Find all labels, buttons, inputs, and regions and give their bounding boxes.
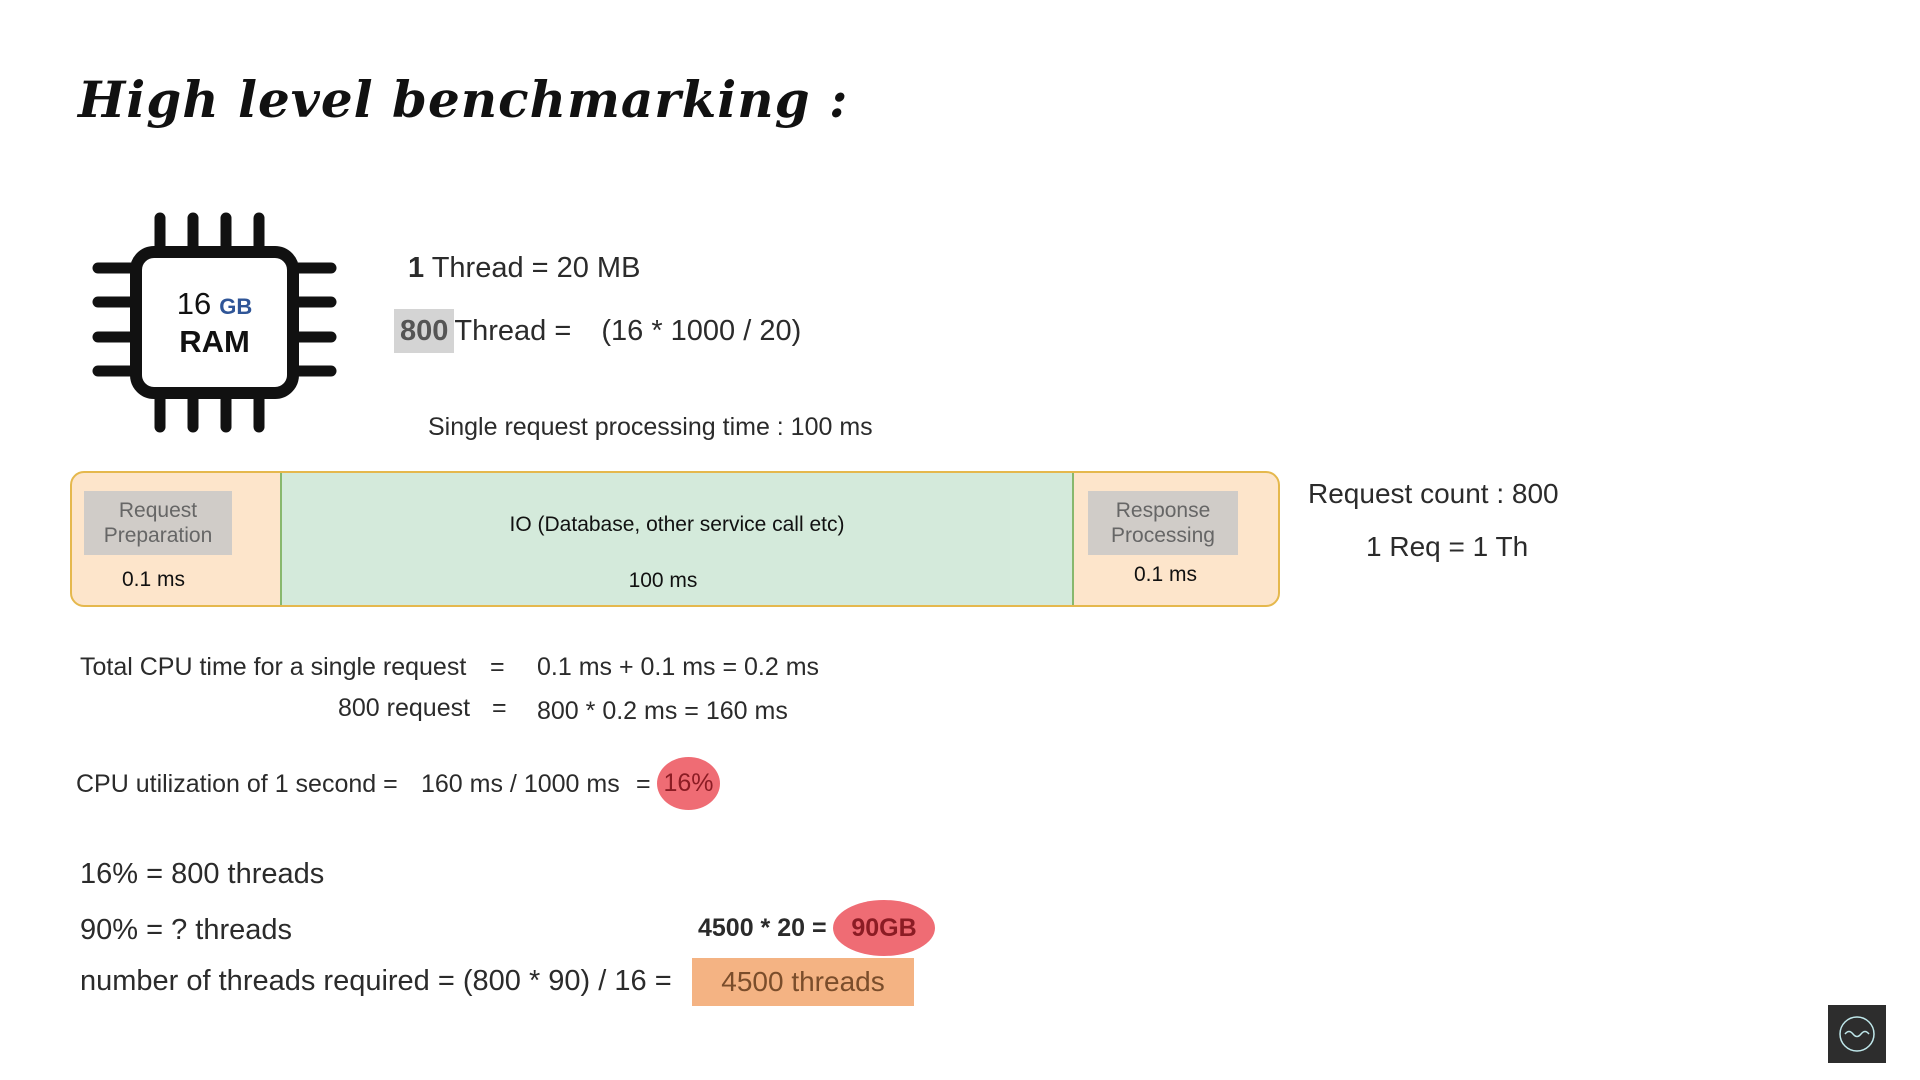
memory-result: 90GB [833, 900, 935, 956]
threads-16-percent: 16% = 800 threads [80, 858, 325, 890]
thread-memory-equation: 1 Thread = 20 MB [408, 252, 640, 285]
thread-800-count: 800 [394, 309, 455, 353]
thread-800-formula: (16 * 1000 / 20) [601, 315, 802, 347]
request-preparation-box: Request Preparation [84, 491, 232, 555]
io-segment: IO (Database, other service call etc) 10… [280, 473, 1074, 605]
response-processing-box: Response Processing [1088, 491, 1238, 555]
threads-90-percent: 90% = ? threads [80, 914, 293, 946]
request-timeline: Request Preparation 0.1 ms IO (Database,… [70, 471, 1280, 607]
threads-required-result: 4500 threads [692, 958, 914, 1006]
cpu-total-value: 0.1 ms + 0.1 ms = 0.2 ms [537, 653, 820, 681]
ram-chip-label: 16 GB RAM [92, 210, 337, 435]
cpu-utilization-label: CPU utilization of 1 second = [76, 770, 398, 798]
cpu-800-value: 800 * 0.2 ms = 160 ms [537, 697, 788, 725]
request-preparation-time: 0.1 ms [122, 568, 186, 591]
request-thread-ratio: 1 Req = 1 Th [1366, 531, 1529, 562]
wave-logo-icon [1839, 1016, 1875, 1052]
io-time: 100 ms [628, 569, 698, 592]
thread-count: 1 [408, 252, 425, 284]
io-label: IO (Database, other service call etc) [509, 513, 845, 536]
thread-memory-text: Thread = 20 MB [431, 252, 641, 284]
memory-calculation: 4500 * 20 = [698, 914, 827, 942]
single-request-time: Single request processing time : 100 ms [428, 413, 873, 441]
page-title: High level benchmarking : [78, 70, 849, 129]
ram-label: RAM [179, 323, 250, 359]
thread-800-text: Thread = [454, 315, 572, 347]
channel-logo [1828, 1005, 1886, 1063]
cpu-utilization-result: 16% [657, 757, 720, 810]
ram-size: 16 [176, 285, 212, 321]
cpu-utilization-value: 160 ms / 1000 ms [421, 770, 620, 798]
cpu-800-equals: = [492, 694, 507, 722]
threads-required-formula: number of threads required = (800 * 90) … [80, 965, 672, 997]
cpu-utilization-equals: = [636, 770, 651, 798]
cpu-800-label: 800 request [338, 694, 471, 722]
response-processing-time: 0.1 ms [1134, 563, 1198, 586]
ram-unit: GB [219, 293, 253, 319]
request-count: Request count : 800 [1308, 478, 1559, 509]
thread-800-equation: 800 Thread = (16 * 1000 / 20) [394, 309, 802, 353]
cpu-total-equals: = [490, 653, 505, 681]
cpu-total-label: Total CPU time for a single request [80, 653, 467, 681]
